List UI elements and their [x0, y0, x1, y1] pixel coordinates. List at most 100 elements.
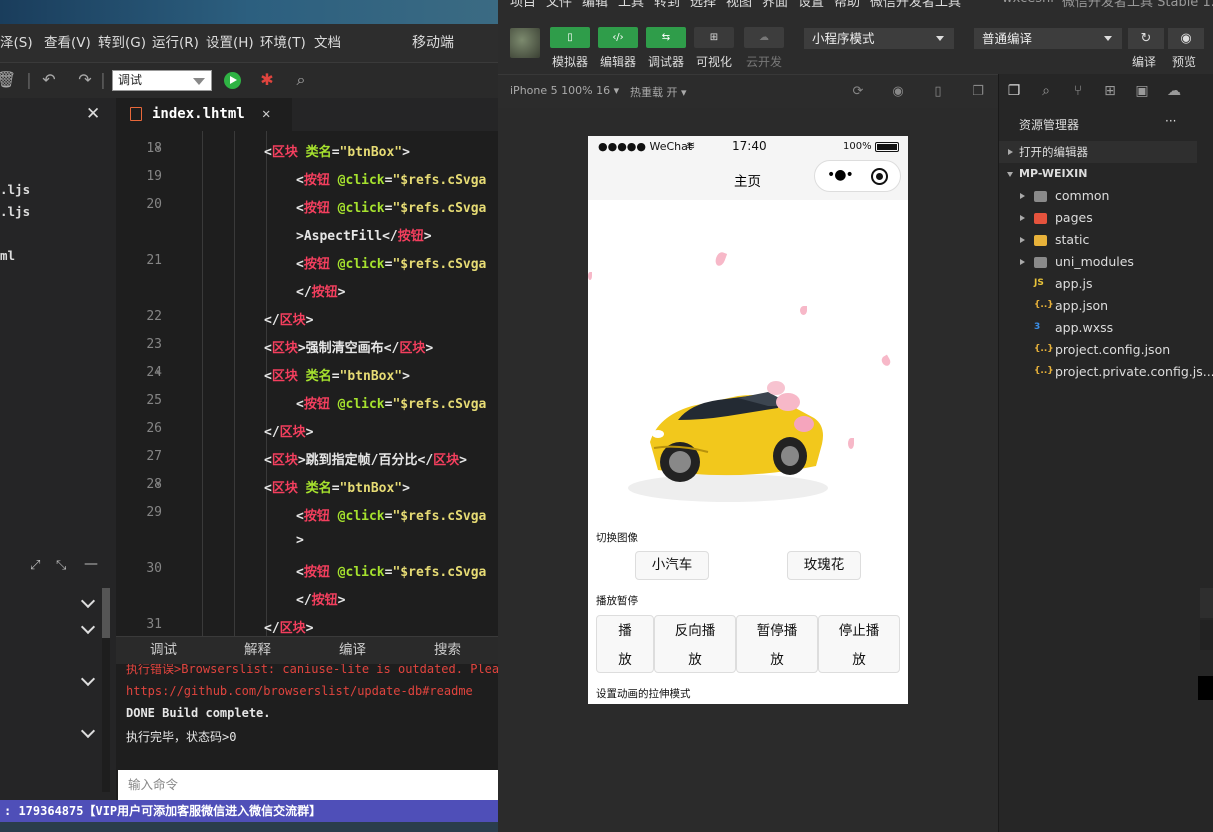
debugger-button[interactable]: ⇆ — [646, 27, 686, 48]
search-icon[interactable]: ⌕ — [1037, 82, 1055, 100]
root-folder[interactable]: MP-WEIXIN — [999, 163, 1199, 185]
expand-icon[interactable]: ⤢ — [30, 558, 40, 573]
menu-view[interactable]: 视图 — [726, 0, 752, 8]
run-icon[interactable] — [224, 72, 241, 89]
phone-icon[interactable]: ▯ — [930, 84, 946, 100]
devtools-menubar: 项目 文件 编辑 工具 转到 选择 视图 界面 设置 帮助 微信开发者工具 wx… — [498, 0, 1213, 8]
stop-button[interactable]: 停止播 放 — [818, 615, 900, 673]
close-mini-icon[interactable] — [871, 168, 888, 185]
capsule-menu[interactable]: •●• — [814, 160, 901, 192]
chevron-down-icon[interactable] — [80, 672, 96, 688]
editor-button[interactable]: ‹/› — [598, 27, 638, 48]
fold-icon[interactable]: ▾ — [156, 480, 161, 490]
files-icon[interactable]: ❐ — [1005, 82, 1023, 100]
car-image — [628, 381, 828, 502]
project-file[interactable]: ml — [0, 248, 15, 263]
tree-item-project-config-json[interactable]: {..} project.config.json — [999, 339, 1199, 361]
compile-select[interactable]: 普通编译 — [974, 28, 1122, 49]
compile-button[interactable]: ↻ — [1128, 28, 1164, 49]
chevron-down-icon[interactable] — [80, 724, 96, 740]
preview-button[interactable]: ◉ — [1168, 28, 1204, 49]
code-line: > — [296, 533, 304, 548]
tree-item-app-json[interactable]: {..} app.json — [999, 295, 1199, 317]
menu-goto[interactable]: 转到 — [654, 0, 680, 8]
project-file[interactable]: .ljs — [0, 182, 30, 197]
menu-select[interactable]: 泽(S) — [0, 24, 33, 62]
tab-index-lhtml[interactable]: index.lhtml ✕ — [116, 98, 292, 131]
docker-icon[interactable]: ☁ — [1165, 82, 1183, 100]
close-icon[interactable]: ✕ — [86, 104, 100, 124]
simulator-button[interactable]: ▯ — [550, 27, 590, 48]
command-input[interactable]: 输入命令 — [118, 770, 498, 800]
tree-item-pages[interactable]: pages — [999, 207, 1199, 229]
menu-view[interactable]: 查看(V) — [44, 24, 91, 62]
undo-icon[interactable]: ↶ — [40, 71, 58, 89]
open-editors-header[interactable]: 打开的编辑器 — [999, 141, 1197, 163]
menu-settings[interactable]: 设置 — [798, 0, 824, 8]
menu-settings[interactable]: 设置(H) — [206, 24, 254, 62]
record-icon[interactable]: ◉ — [890, 84, 906, 100]
project-file[interactable]: .ljs — [0, 204, 30, 219]
code-token: "btnBox" — [339, 481, 403, 496]
fold-icon[interactable]: ▾ — [156, 144, 161, 154]
tab-compile[interactable]: 编译 — [339, 637, 366, 665]
menu-edit[interactable]: 编辑 — [582, 0, 608, 8]
tree-item-app-wxss[interactable]: 3 app.wxss — [999, 317, 1199, 339]
phone-icon: ▯ — [567, 32, 573, 43]
menu-wechat-devtools[interactable]: 微信开发者工具 — [870, 0, 961, 8]
close-tab-icon[interactable]: ✕ — [262, 98, 270, 131]
shrink-icon[interactable]: ⤡ — [56, 558, 66, 573]
more-icon[interactable]: •●• — [827, 167, 854, 183]
menu-goto[interactable]: 转到(G) — [98, 24, 146, 62]
trash-icon[interactable]: 🗑 — [0, 71, 16, 89]
code-editor[interactable]: <区块 类名="btnBox"> <按钮 @click="$refs.cSvga <… — [166, 131, 498, 636]
tab-debug[interactable]: 调试 — [150, 637, 177, 665]
extensions-icon[interactable]: ⊞ — [1101, 82, 1119, 100]
menu-help[interactable]: 帮助 — [834, 0, 860, 8]
run-target-select[interactable]: 调试 — [112, 70, 212, 91]
redo-icon[interactable]: ↷ — [76, 71, 94, 89]
scrollbar[interactable] — [102, 588, 110, 792]
chevron-down-icon[interactable] — [80, 620, 96, 636]
device-select[interactable]: iPhone 5 100% 16 ▾ — [510, 84, 619, 97]
menu-run[interactable]: 运行(R) — [152, 24, 199, 62]
tree-item-common[interactable]: common — [999, 185, 1199, 207]
window-icon[interactable]: ❐ — [970, 84, 986, 100]
tree-item-static[interactable]: static — [999, 229, 1199, 251]
play-button[interactable]: 播 放 — [596, 615, 654, 673]
tree-item-uni-modules[interactable]: uni_modules — [999, 251, 1199, 273]
tab-search[interactable]: 搜索 — [434, 637, 461, 665]
chevron-down-icon[interactable] — [80, 594, 96, 610]
mode-select[interactable]: 小程序模式 — [804, 28, 954, 49]
cloud-button[interactable]: ☁ — [744, 27, 784, 48]
tree-item-app-js[interactable]: JS app.js — [999, 273, 1199, 295]
avatar[interactable] — [510, 28, 540, 58]
edge-panel — [1200, 588, 1213, 618]
hot-reload-toggle[interactable]: 热重载 开 ▾ — [630, 84, 687, 100]
menu-env[interactable]: 环境(T) — [260, 24, 306, 62]
menu-interface[interactable]: 界面 — [762, 0, 788, 8]
minimize-icon[interactable]: — — [84, 556, 98, 572]
menu-file[interactable]: 文件 — [546, 0, 572, 8]
tree-item-project-private-config-js-[interactable]: {..} project.private.config.js... — [999, 361, 1213, 383]
find-file-icon[interactable]: ⌕ — [292, 71, 310, 89]
visual-button[interactable]: ⊞ — [694, 27, 734, 48]
pause-button[interactable]: 暂停播 放 — [736, 615, 818, 673]
mobile-label[interactable]: 移动端 — [412, 24, 454, 62]
rose-button[interactable]: 玫瑰花 — [787, 551, 861, 580]
car-button[interactable]: 小汽车 — [635, 551, 709, 580]
bug-icon[interactable]: ✱ — [258, 71, 276, 89]
menu-project[interactable]: 项目 — [510, 0, 536, 8]
tab-explain[interactable]: 解释 — [244, 637, 271, 665]
code-token: 按钮 — [311, 285, 338, 300]
menu-docs[interactable]: 文档 — [314, 24, 341, 62]
menu-tools[interactable]: 工具 — [618, 0, 644, 8]
save-icon[interactable]: ▣ — [1133, 82, 1151, 100]
fold-icon[interactable]: ▾ — [156, 368, 161, 378]
rotate-icon[interactable]: ⟳ — [850, 84, 866, 100]
menu-select[interactable]: 选择 — [690, 0, 716, 8]
reverse-play-button[interactable]: 反向播 放 — [654, 615, 736, 673]
source-control-icon[interactable]: ⑂ — [1069, 82, 1087, 100]
more-icon[interactable]: ··· — [1165, 114, 1176, 128]
svga-canvas — [588, 200, 908, 530]
